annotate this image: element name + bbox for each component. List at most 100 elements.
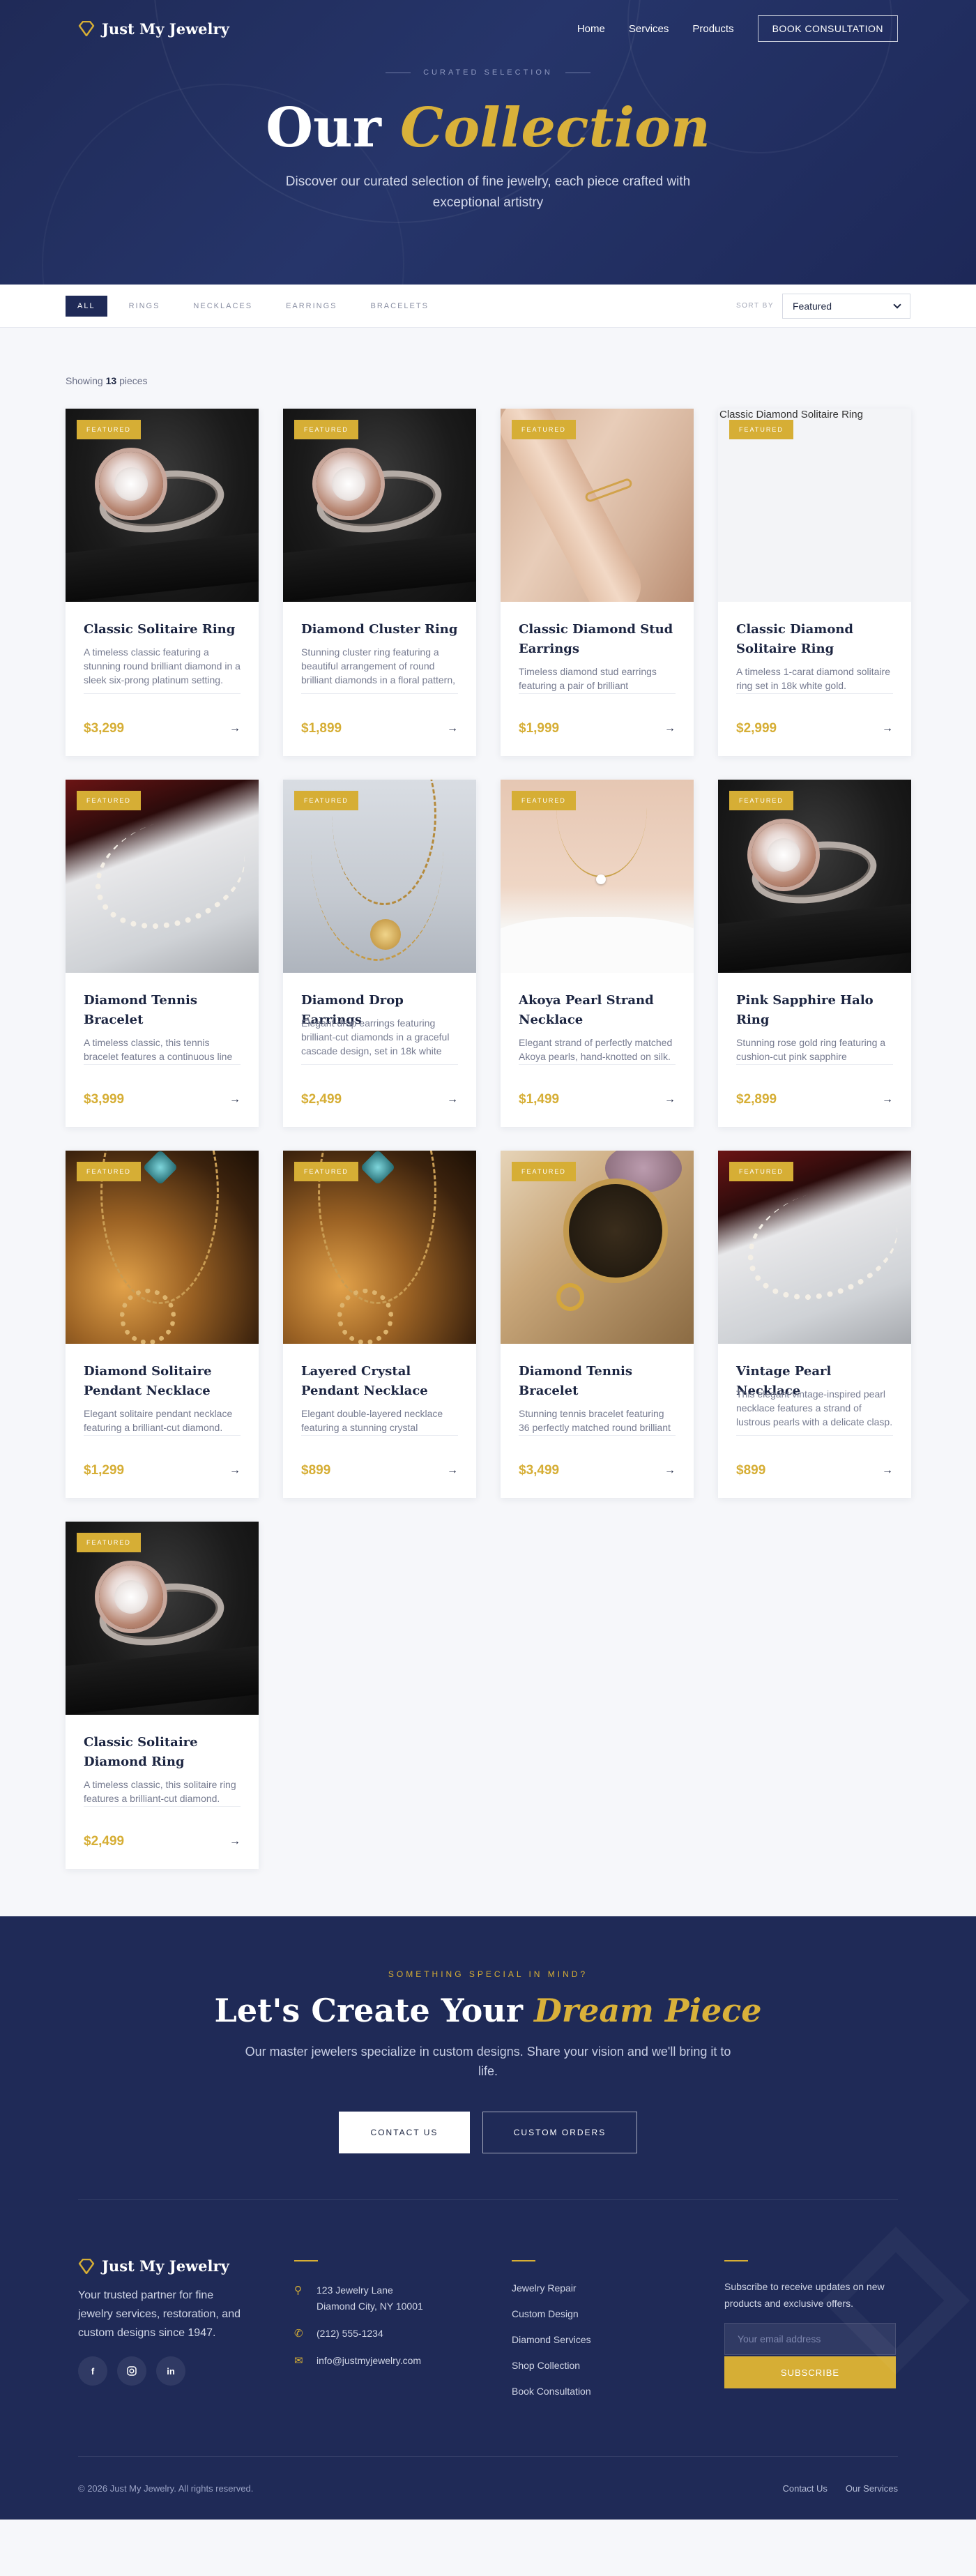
facebook-icon[interactable]: f — [78, 2356, 107, 2386]
product-image[interactable]: Classic Diamond Solitaire Ring FEATURED — [718, 409, 911, 602]
product-card[interactable]: FEATURED Akoya Pearl Strand Necklace Elega… — [501, 780, 694, 1127]
email-address: info@justmyjewelry.com — [317, 2355, 422, 2366]
product-card[interactable]: FEATURED Diamond Cluster Ring Stunning clu… — [283, 409, 476, 756]
arrow-right-icon[interactable]: → — [447, 722, 458, 736]
product-card[interactable]: Classic Diamond Solitaire Ring FEATURED Cl… — [718, 409, 911, 756]
brand-logo[interactable]: Just My Jewelry — [78, 20, 229, 38]
footer-link-book-consultation[interactable]: Book Consultation — [512, 2386, 724, 2397]
product-card[interactable]: FEATURED Diamond Solitaire Pendant Neckla… — [66, 1151, 259, 1498]
arrow-right-icon[interactable]: → — [229, 1835, 241, 1849]
product-card[interactable]: FEATURED Layered Crystal Pendant Necklace… — [283, 1151, 476, 1498]
nav-link-services[interactable]: Services — [629, 23, 669, 35]
arrow-right-icon[interactable]: → — [229, 722, 241, 736]
footer-brand[interactable]: Just My Jewelry — [78, 2257, 294, 2275]
product-card[interactable]: FEATURED Classic Solitaire Ring A timeless… — [66, 409, 259, 756]
product-name[interactable]: Akoya Pearl Strand Necklace — [519, 991, 676, 1030]
sort-select[interactable]: Featured — [782, 293, 910, 319]
footer-link-custom-design[interactable]: Custom Design — [512, 2308, 724, 2319]
arrow-right-icon[interactable]: → — [664, 1464, 676, 1478]
contact-email[interactable]: ✉ info@justmyjewelry.com — [294, 2353, 512, 2369]
arrow-right-icon[interactable]: → — [229, 1093, 241, 1107]
product-image[interactable]: FEATURED — [718, 1151, 911, 1344]
arrow-right-icon[interactable]: → — [882, 1464, 893, 1478]
product-card[interactable]: FEATURED Vintage Pearl Necklace This elega… — [718, 1151, 911, 1498]
product-name[interactable]: Vintage Pearl Necklace — [736, 1362, 893, 1398]
arrow-right-icon[interactable]: → — [664, 1093, 676, 1107]
product-footer: $2,499 → — [301, 1064, 458, 1107]
product-image[interactable]: FEATURED — [283, 1151, 476, 1344]
product-name[interactable]: Classic Diamond Stud Earrings — [519, 620, 676, 659]
featured-badge: FEATURED — [729, 791, 793, 810]
product-description: Stunning cluster ring featuring a beauti… — [301, 646, 456, 685]
product-name[interactable]: Classic Solitaire Ring — [84, 620, 241, 639]
featured-badge: FEATURED — [77, 1533, 141, 1552]
divider — [724, 2260, 748, 2261]
product-footer: $899 → — [736, 1435, 893, 1478]
filter-earrings[interactable]: EARRINGS — [274, 296, 349, 317]
nav-link-home[interactable]: Home — [577, 23, 605, 35]
product-card[interactable]: FEATURED Diamond Tennis Bracelet Stunning … — [501, 1151, 694, 1498]
product-price: $1,299 — [84, 1463, 125, 1478]
product-image[interactable]: FEATURED — [66, 1522, 259, 1715]
product-footer: $1,899 → — [301, 693, 458, 736]
arrow-right-icon[interactable]: → — [447, 1464, 458, 1478]
product-name[interactable]: Classic Diamond Solitaire Ring — [736, 620, 893, 659]
product-card[interactable]: FEATURED Diamond Drop Earrings Elegant dro… — [283, 780, 476, 1127]
nav-link-products[interactable]: Products — [692, 23, 733, 35]
product-image[interactable]: FEATURED — [66, 409, 259, 602]
product-card[interactable]: FEATURED Classic Solitaire Diamond Ring A … — [66, 1522, 259, 1869]
product-image[interactable]: FEATURED — [718, 780, 911, 973]
results-suffix: pieces — [119, 375, 148, 386]
product-image[interactable]: FEATURED — [66, 780, 259, 973]
product-name[interactable]: Diamond Cluster Ring — [301, 620, 458, 639]
footer-link-diamond-services[interactable]: Diamond Services — [512, 2334, 724, 2345]
product-name[interactable]: Diamond Drop Earrings — [301, 991, 458, 1027]
product-name[interactable]: Diamond Tennis Bracelet — [84, 991, 241, 1030]
arrow-right-icon[interactable]: → — [882, 722, 893, 736]
product-card[interactable]: FEATURED Diamond Tennis Bracelet A timeles… — [66, 780, 259, 1127]
custom-orders-button[interactable]: CUSTOM ORDERS — [482, 2112, 637, 2153]
product-name[interactable]: Classic Solitaire Diamond Ring — [84, 1733, 241, 1772]
arrow-right-icon[interactable]: → — [882, 1093, 893, 1107]
product-image[interactable]: FEATURED — [501, 780, 694, 973]
featured-badge: FEATURED — [512, 791, 576, 810]
product-name[interactable]: Diamond Solitaire Pendant Necklace — [84, 1362, 241, 1401]
product-image[interactable]: FEATURED — [501, 1151, 694, 1344]
product-image[interactable]: FEATURED — [501, 409, 694, 602]
product-card[interactable]: FEATURED Pink Sapphire Halo Ring Stunning … — [718, 780, 911, 1127]
contact-us-button[interactable]: CONTACT US — [339, 2112, 470, 2153]
product-section: Showing 13 pieces FEATURED Classic Solita… — [0, 328, 976, 1916]
cta-title-plain: Let's Create Your — [214, 1992, 523, 2029]
instagram-icon[interactable] — [117, 2356, 146, 2386]
footer-link-shop-collection[interactable]: Shop Collection — [512, 2360, 724, 2371]
product-name[interactable]: Pink Sapphire Halo Ring — [736, 991, 893, 1030]
filter-all[interactable]: ALL — [66, 295, 107, 317]
filter-bracelets[interactable]: BRACELETS — [359, 296, 441, 317]
footer-links-column: Jewelry Repair Custom Design Diamond Ser… — [512, 2257, 724, 2411]
results-prefix: Showing — [66, 375, 103, 386]
footer-columns: Just My Jewelry Your trusted partner for… — [78, 2200, 898, 2456]
footer-brand-name: Just My Jewelry — [102, 2257, 229, 2275]
arrow-right-icon[interactable]: → — [664, 722, 676, 736]
product-image[interactable]: FEATURED — [283, 409, 476, 602]
subscribe-button[interactable]: SUBSCRIBE — [724, 2356, 896, 2388]
footer-bottom: © 2026 Just My Jewelry. All rights reser… — [78, 2457, 898, 2520]
arrow-right-icon[interactable]: → — [229, 1464, 241, 1478]
footer-link-jewelry-repair[interactable]: Jewelry Repair — [512, 2282, 724, 2294]
filter-necklaces[interactable]: NECKLACES — [181, 296, 264, 317]
product-image[interactable]: FEATURED — [283, 780, 476, 973]
arrow-right-icon[interactable]: → — [447, 1093, 458, 1107]
product-name[interactable]: Diamond Tennis Bracelet — [519, 1362, 676, 1401]
product-name[interactable]: Layered Crystal Pendant Necklace — [301, 1362, 458, 1401]
book-consultation-button[interactable]: BOOK CONSULTATION — [757, 15, 898, 42]
footer-bottom-contact-link[interactable]: Contact Us — [783, 2483, 828, 2494]
cta-title-accent: Dream Piece — [534, 1992, 762, 2029]
filter-rings[interactable]: RINGS — [117, 296, 172, 317]
contact-phone[interactable]: ✆ (212) 555-1234 — [294, 2326, 512, 2342]
product-description: Stunning tennis bracelet featuring 36 pe… — [519, 1408, 671, 1433]
product-card[interactable]: FEATURED Classic Diamond Stud Earrings Tim… — [501, 409, 694, 756]
footer-bottom-services-link[interactable]: Our Services — [846, 2483, 898, 2494]
sort-value: Featured — [793, 300, 832, 312]
product-image[interactable]: FEATURED — [66, 1151, 259, 1344]
linkedin-icon[interactable]: in — [156, 2356, 185, 2386]
